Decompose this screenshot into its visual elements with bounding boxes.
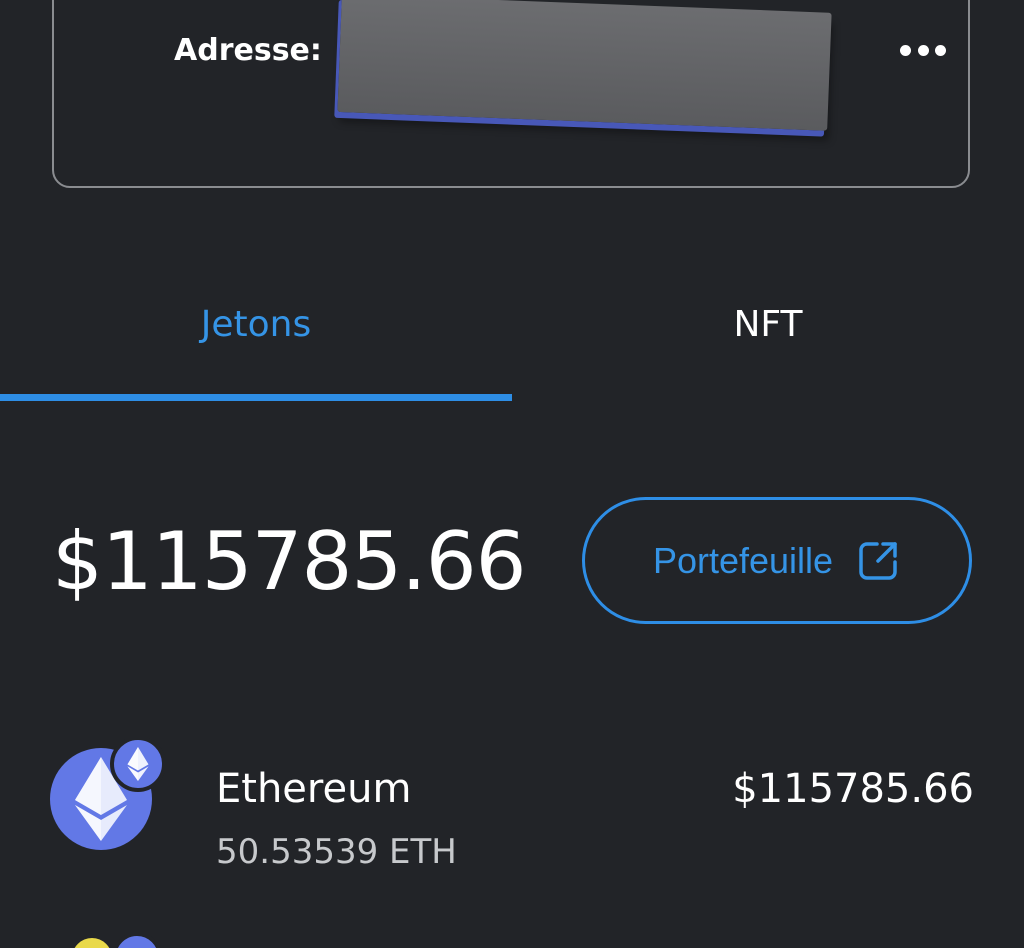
portfolio-button-label: Portefeuille [652, 539, 834, 581]
tab-nft[interactable]: NFT [512, 280, 1024, 400]
token-value: $115785.66 [732, 766, 974, 812]
token-amount: 50.53539 ETH [216, 832, 457, 872]
tab-bar: Jetons NFT [0, 280, 1024, 400]
token-row-ethereum[interactable]: Ethereum 50.53539 ETH $115785.66 [0, 730, 1024, 880]
address-redaction [337, 0, 832, 131]
token-name: Ethereum [216, 766, 412, 812]
network-badge-icon [112, 932, 162, 948]
more-horizontal-icon[interactable] [900, 40, 946, 60]
external-link-icon [859, 541, 897, 580]
total-balance: $115785.66 [52, 515, 527, 608]
address-label: Adresse: [174, 33, 322, 68]
token-icon [72, 938, 112, 948]
ethereum-network-badge-icon [110, 736, 166, 792]
wallet-screen: Adresse: Jetons NFT $115785.66 Portefeui… [0, 0, 1024, 948]
token-row-partial[interactable] [0, 928, 1024, 948]
portfolio-button[interactable]: Portefeuille [582, 497, 972, 624]
tab-jetons[interactable]: Jetons [0, 280, 512, 400]
active-tab-indicator [0, 394, 512, 401]
address-card: Adresse: [52, 0, 970, 188]
